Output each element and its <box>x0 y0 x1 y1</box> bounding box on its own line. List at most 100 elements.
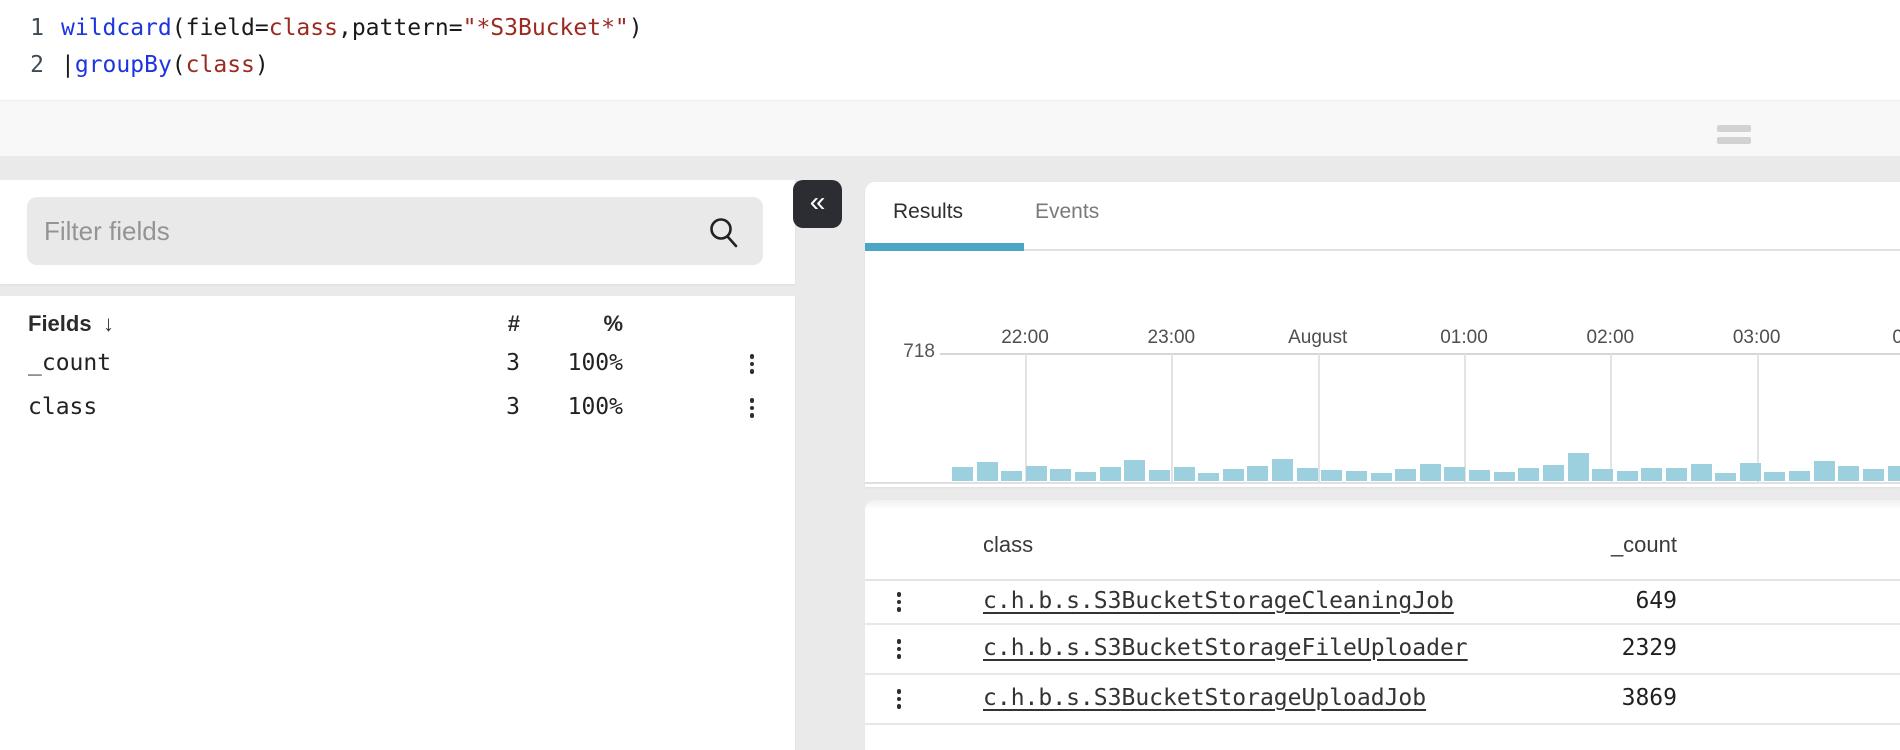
code-token: groupBy <box>75 52 172 78</box>
tab-results[interactable]: Results <box>893 200 963 224</box>
field-count-value: 3 <box>440 394 520 420</box>
histogram-bar[interactable] <box>1518 468 1539 481</box>
histogram-bar[interactable] <box>1764 472 1785 481</box>
toolbar-band <box>0 100 1900 157</box>
collapse-sidebar-button[interactable]: « <box>793 180 842 228</box>
histogram-bar[interactable] <box>1641 468 1662 481</box>
code-token: ) <box>629 15 643 41</box>
code-token: (field= <box>172 15 269 41</box>
histogram-bar[interactable] <box>1371 473 1392 481</box>
histogram-bar[interactable] <box>1814 461 1835 481</box>
histogram-bar[interactable] <box>1075 472 1096 481</box>
result-count-value: 649 <box>1635 588 1677 614</box>
histogram-bar[interactable] <box>1617 471 1638 481</box>
results-table-header: class _count <box>865 500 1900 581</box>
field-row[interactable]: class3100% <box>0 386 795 430</box>
histogram-bar[interactable] <box>1568 453 1589 481</box>
field-count-value: 3 <box>440 350 520 376</box>
histogram-bar[interactable] <box>1395 469 1416 481</box>
histogram-bar[interactable] <box>1740 463 1761 481</box>
field-name: _count <box>28 350 111 376</box>
histogram-bar[interactable] <box>1100 467 1121 481</box>
column-header-class[interactable]: class <box>983 532 1033 558</box>
histogram-bar[interactable] <box>1050 469 1071 481</box>
fields-panel: Fields ↓ # % _count3100%class3100% <box>0 296 795 750</box>
table-row: c.h.b.s.S3BucketStorageFileUploader 2329 <box>865 625 1900 675</box>
kebab-menu-icon[interactable] <box>742 348 762 380</box>
code-token: ( <box>172 52 186 78</box>
histogram-bar[interactable] <box>1789 471 1810 481</box>
result-class-link[interactable]: c.h.b.s.S3BucketStorageFileUploader <box>983 635 1468 661</box>
x-axis-tick-label: 03:00 <box>1733 327 1781 349</box>
histogram-bar[interactable] <box>1666 468 1687 481</box>
histogram-bar[interactable] <box>1321 470 1342 481</box>
histogram-bar[interactable] <box>1247 466 1268 481</box>
field-percent-value: 100% <box>543 350 623 376</box>
fields-title: Fields <box>28 311 92 337</box>
result-class-link[interactable]: c.h.b.s.S3BucketStorageCleaningJob <box>983 588 1454 614</box>
fields-search-panel <box>0 180 795 284</box>
field-row[interactable]: _count 3 100% <box>0 342 795 386</box>
histogram-bar[interactable] <box>1494 472 1515 481</box>
histogram-bar[interactable] <box>1888 466 1900 481</box>
y-axis-max-label: 718 <box>865 341 935 363</box>
active-tab-indicator <box>865 243 1024 251</box>
table-row: c.h.b.s.S3BucketStorageCleaningJob 649 <box>865 581 1900 625</box>
results-panel: Results Events 718 22:0023:00August01:00… <box>865 182 1900 487</box>
histogram-bar[interactable] <box>1715 473 1736 481</box>
code-token: "*S3Bucket*" <box>463 15 629 41</box>
code-token: | <box>61 52 75 78</box>
resize-drag-handle-icon[interactable] <box>1717 125 1751 145</box>
kebab-menu-icon[interactable] <box>742 392 762 424</box>
histogram-bar[interactable] <box>1592 469 1613 481</box>
x-axis-tick-label: 23:00 <box>1148 327 1196 349</box>
query-line[interactable]: 2|groupBy(class) <box>18 47 1900 84</box>
histogram-bar[interactable] <box>1223 469 1244 481</box>
histogram-bar[interactable] <box>1420 464 1441 481</box>
tab-events[interactable]: Events <box>1035 200 1099 224</box>
query-editor[interactable]: 1wildcard(field=class,pattern="*S3Bucket… <box>0 0 1900 100</box>
histogram-bar[interactable] <box>1691 464 1712 481</box>
kebab-menu-icon[interactable] <box>889 586 909 618</box>
results-tabs: Results Events <box>865 182 1900 251</box>
histogram-bar[interactable] <box>1149 470 1170 481</box>
results-table-panel: class _count c.h.b.s.S3BucketStorageClea… <box>865 500 1900 750</box>
result-class-link[interactable]: c.h.b.s.S3BucketStorageUploadJob <box>983 685 1426 711</box>
histogram-bar[interactable] <box>1863 469 1884 481</box>
histogram-bar[interactable] <box>1543 465 1564 481</box>
sort-descending-icon[interactable]: ↓ <box>103 311 114 337</box>
histogram-bar[interactable] <box>1026 466 1047 481</box>
field-percent-value: 100% <box>543 394 623 420</box>
x-axis-tick-label: 02:00 <box>1587 327 1635 349</box>
histogram-bar[interactable] <box>1174 467 1195 481</box>
chart-bottom-border <box>865 482 1900 484</box>
result-count-value: 2329 <box>1622 635 1677 661</box>
filter-fields-input[interactable] <box>27 197 763 265</box>
histogram-bar[interactable] <box>1346 471 1367 481</box>
histogram-bar[interactable] <box>1272 459 1293 481</box>
query-line[interactable]: 1wildcard(field=class,pattern="*S3Bucket… <box>18 10 1900 47</box>
code-token: class <box>186 52 255 78</box>
x-axis-tick-label: August <box>1288 327 1347 349</box>
code-token: class <box>269 15 338 41</box>
kebab-menu-icon[interactable] <box>889 683 909 715</box>
histogram-bar[interactable] <box>1838 466 1859 481</box>
event-histogram: 718 22:0023:00August01:0002:0003:0004 <box>865 251 1900 487</box>
kebab-menu-icon[interactable] <box>889 633 909 665</box>
histogram-bar[interactable] <box>977 462 998 481</box>
column-header-count[interactable]: _count <box>1611 532 1677 558</box>
chart-gridline <box>1610 354 1612 483</box>
histogram-bar[interactable] <box>1297 468 1318 481</box>
chart-gridline <box>1171 354 1173 483</box>
x-axis-tick-label: 04 <box>1892 327 1900 349</box>
code-token: wildcard <box>61 15 172 41</box>
histogram-bar[interactable] <box>1124 460 1145 481</box>
table-row: c.h.b.s.S3BucketStorageUploadJob3869 <box>865 675 1900 725</box>
histogram-bar[interactable] <box>1469 470 1490 481</box>
x-axis-tick-label: 01:00 <box>1440 327 1488 349</box>
histogram-bar[interactable] <box>1444 467 1465 481</box>
histogram-bar[interactable] <box>1198 473 1219 481</box>
histogram-bar[interactable] <box>1001 471 1022 481</box>
fields-col-count: # <box>440 311 520 337</box>
histogram-bar[interactable] <box>952 467 973 481</box>
